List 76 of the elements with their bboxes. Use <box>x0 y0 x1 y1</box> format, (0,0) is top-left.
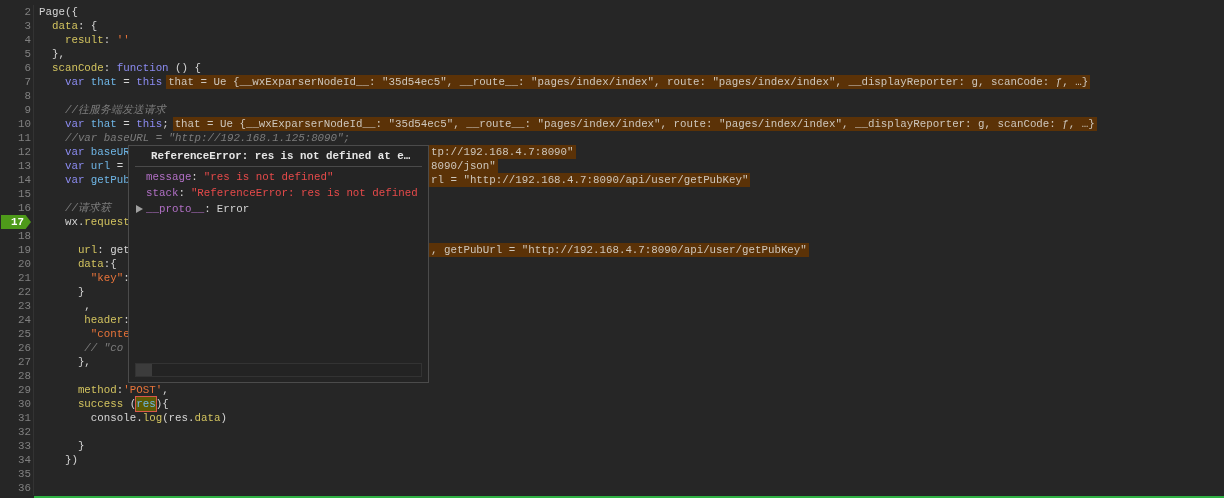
horizontal-scrollbar[interactable] <box>135 363 422 377</box>
code-text: data: { <box>50 19 98 33</box>
code-text: "key": <box>89 271 130 285</box>
line-number: 10 <box>18 117 31 131</box>
line-number: 25 <box>18 327 31 341</box>
line-number: 11 <box>18 131 31 145</box>
code-text: var baseUR <box>63 145 130 159</box>
line-number: 2 <box>24 5 31 19</box>
inline-value: that = Ue {__wxExparserNodeId__: "35d54ec5", __route__: "pages/index/index", route: "pages/index/index", __displayReporter: g, scanCode: ƒ, …} <box>166 75 1091 89</box>
line-number: 30 <box>18 397 31 411</box>
code-text: }, <box>76 355 91 369</box>
line-number: 28 <box>18 369 31 383</box>
code-text: console.log(res.data) <box>89 411 227 425</box>
inline-value: rl = "http://192.168.4.7:8090/api/user/getPubKey" <box>429 173 751 187</box>
code-text: , <box>83 299 91 313</box>
code-text: result: '' <box>63 33 130 47</box>
line-number: 35 <box>18 467 31 481</box>
line-number: 26 <box>18 341 31 355</box>
inline-value: 8090/json" <box>429 159 498 173</box>
line-number: 13 <box>18 159 31 173</box>
inline-value: , getPubUrl = "http://192.168.4.7:8090/api/user/getPubKey" <box>429 243 809 257</box>
popup-title: ReferenceError: res is not defined at e… <box>135 146 422 167</box>
expand-triangle-icon[interactable] <box>136 205 143 213</box>
code-text: var getPub <box>63 173 130 187</box>
code-text: url: get <box>76 243 130 257</box>
code-text: ){ <box>155 397 169 411</box>
line-number: 34 <box>18 453 31 467</box>
line-number: 20 <box>18 257 31 271</box>
inline-value: tp://192.168.4.7:8090" <box>429 145 576 159</box>
line-number: 4 <box>24 33 31 47</box>
code-text: Page({ <box>39 5 78 19</box>
line-number: 16 <box>18 201 31 215</box>
line-number: 15 <box>18 187 31 201</box>
line-number: 14 <box>18 173 31 187</box>
line-number: 22 <box>18 285 31 299</box>
line-number: 23 <box>18 299 31 313</box>
code-text: wx.request <box>63 215 130 229</box>
highlighted-word: res <box>136 397 156 411</box>
code-text: "conte <box>89 327 130 341</box>
code-text: } <box>76 285 85 299</box>
line-number: 27 <box>18 355 31 369</box>
line-number: 19 <box>18 243 31 257</box>
line-number: 7 <box>24 75 31 89</box>
code-text: }, <box>50 47 65 61</box>
error-property[interactable]: __proto__: Error <box>146 202 250 216</box>
code-text: var that = this <box>63 75 163 89</box>
code-text: var url = <box>63 159 124 173</box>
line-number: 24 <box>18 313 31 327</box>
code-text: //var baseURL = "http://192.168.1.125:8090"; <box>63 131 350 145</box>
line-number: 12 <box>18 145 31 159</box>
line-number: 3 <box>24 19 31 33</box>
line-number: 31 <box>18 411 31 425</box>
code-text: method:'POST', <box>76 383 169 397</box>
error-property: stack: "ReferenceError: res is not defined <box>146 186 418 200</box>
line-number: 32 <box>18 425 31 439</box>
line-number: 9 <box>24 103 31 117</box>
code-text: scanCode: function () { <box>50 61 201 75</box>
line-number: 33 <box>18 439 31 453</box>
line-number: 36 <box>18 481 31 495</box>
line-number: 29 <box>18 383 31 397</box>
error-property: message: "res is not defined" <box>146 170 334 184</box>
line-number: 21 <box>18 271 31 285</box>
line-number: 5 <box>24 47 31 61</box>
code-text: header: <box>83 313 130 327</box>
line-number: 8 <box>24 89 31 103</box>
line-number: 6 <box>24 61 31 75</box>
code-text: //请求获 <box>63 201 111 215</box>
code-text: }) <box>63 453 78 467</box>
inline-value: that = Ue {__wxExparserNodeId__: "35d54ec5", __route__: "pages/index/index", route: "pages/index/index", __displayReporter: g, scanCode: ƒ, …} <box>172 117 1097 131</box>
code-text: } <box>76 439 85 453</box>
code-text: success ( <box>76 397 137 411</box>
code-text: data:{ <box>76 257 117 271</box>
code-text: //往服务端发送请求 <box>63 103 166 117</box>
line-number: 18 <box>18 229 31 243</box>
code-text: var that = this; <box>63 117 169 131</box>
code-text: // "co <box>83 341 124 355</box>
